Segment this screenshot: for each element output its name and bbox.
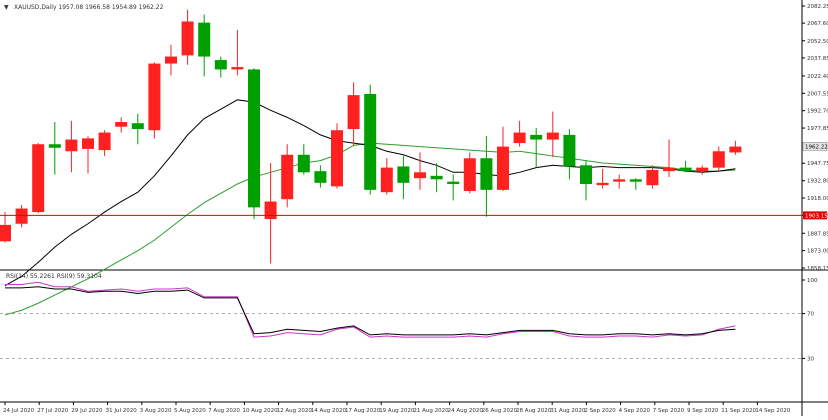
candle <box>331 123 343 189</box>
candle <box>32 143 45 214</box>
candle-body <box>563 134 576 167</box>
candle-body <box>347 95 360 130</box>
time-tick-label: 31 Aug 2020 <box>550 408 586 414</box>
candle-body <box>729 146 742 153</box>
candle-body <box>281 154 294 200</box>
candle-body <box>646 169 659 186</box>
price-tick-label: 2007.55 <box>807 91 828 97</box>
time-tick-label: 4 Sep 2020 <box>619 408 651 414</box>
candle-body <box>663 167 675 172</box>
candle-body <box>32 144 45 213</box>
current-price-label: 1962.22 <box>805 144 828 150</box>
candle-body <box>15 208 28 224</box>
time-tick-label: 29 Jul 2020 <box>71 408 103 414</box>
price-tick-label: 2067.60 <box>807 21 828 27</box>
candle-body <box>613 179 626 182</box>
candle-body <box>447 181 460 184</box>
time-tick-label: 5 Aug 2020 <box>174 408 206 414</box>
time-tick-label: 11 Sep 2020 <box>721 408 756 414</box>
candle-body <box>98 132 111 151</box>
candle-body <box>314 171 327 183</box>
candle-body <box>463 158 476 192</box>
candle-body <box>480 158 493 190</box>
time-tick-label: 14 Sep 2020 <box>755 408 790 414</box>
candle-body <box>248 69 260 208</box>
time-tick-label: 26 Aug 2020 <box>482 408 518 414</box>
time-tick-label: 24 Aug 2020 <box>448 408 484 414</box>
symbol-header: XAUUSD,Daily 1957.08 1966.58 1954.89 196… <box>14 4 164 11</box>
candle-body <box>165 56 177 64</box>
candle-body <box>364 93 377 190</box>
candle-body <box>397 166 410 183</box>
rsi-tick-label: 70 <box>807 312 814 318</box>
candle-body <box>82 138 94 149</box>
time-tick-label: 7 Sep 2020 <box>653 408 685 414</box>
candle-body <box>231 67 244 70</box>
time-tick-label: 7 Aug 2020 <box>208 408 240 414</box>
candle-body <box>181 21 194 56</box>
time-tick-label: 9 Sep 2020 <box>687 408 719 414</box>
time-tick-label: 21 Aug 2020 <box>413 408 449 414</box>
price-tick-label: 2052.50 <box>807 39 828 45</box>
collapse-triangle-icon[interactable]: ▼ <box>4 4 9 11</box>
rsi-tick-label: 30 <box>807 356 814 362</box>
candle-body <box>331 130 343 187</box>
candle-body <box>65 139 78 152</box>
candle-body <box>712 151 725 168</box>
price-tick-label: 1977.85 <box>807 126 828 132</box>
price-tick-label: 1918.00 <box>807 196 828 202</box>
time-tick-label: 31 Jul 2020 <box>106 408 138 414</box>
candle-body <box>414 172 426 179</box>
price-tick-label: 1873.00 <box>807 249 828 255</box>
time-tick-label: 2 Sep 2020 <box>584 408 616 414</box>
price-tick-label: 1992.70 <box>807 109 828 115</box>
time-tick-label: 14 Aug 2020 <box>311 408 347 414</box>
candle-body <box>214 60 227 70</box>
price-tick-label: 1947.75 <box>807 161 828 167</box>
price-tick-label: 2022.40 <box>807 74 828 80</box>
candle <box>463 152 476 194</box>
candle-body <box>629 179 642 182</box>
candle-body <box>264 201 277 220</box>
candle <box>364 84 377 195</box>
candle-body <box>580 165 592 184</box>
price-tick-label: 1932.80 <box>807 179 828 185</box>
candle-body <box>679 167 692 172</box>
candle-body <box>380 167 393 193</box>
candle-body <box>596 182 609 186</box>
time-tick-label: 12 Aug 2020 <box>277 408 313 414</box>
time-tick-label: 10 Aug 2020 <box>242 408 278 414</box>
candle-body <box>530 134 543 140</box>
candle-body <box>497 146 509 190</box>
time-tick-label: 28 Aug 2020 <box>516 408 552 414</box>
candle-body <box>430 175 443 180</box>
chart-background <box>0 0 828 416</box>
time-tick-label: 3 Aug 2020 <box>140 408 172 414</box>
hline-label: 1903.15 <box>805 213 828 219</box>
time-tick-label: 19 Aug 2020 <box>379 408 415 414</box>
candle <box>248 68 260 220</box>
candle-body <box>148 63 161 131</box>
candle-body <box>297 154 310 173</box>
trading-chart[interactable]: 2082.25 2067.60 2052.50 2037.85 2022.40 2007.… <box>0 0 828 416</box>
price-tick-label: 1858.15 <box>807 266 828 272</box>
time-tick-label: 17 Aug 2020 <box>345 408 381 414</box>
candle-body <box>115 122 128 127</box>
candle-body <box>0 224 11 242</box>
price-tick-label: 1887.85 <box>807 231 828 237</box>
rsi-tick-label: 100 <box>807 278 818 284</box>
candle-body <box>131 123 144 130</box>
chart-svg[interactable]: 2082.25 2067.60 2052.50 2037.85 2022.40 2007.… <box>0 0 828 416</box>
candle-body <box>48 144 61 148</box>
time-tick-label: 27 Jul 2020 <box>37 408 69 414</box>
candle-body <box>696 167 709 172</box>
candle-body <box>198 22 211 57</box>
candle-body <box>546 132 559 140</box>
time-tick-label: 24 Jul 2020 <box>3 408 35 414</box>
price-tick-label: 2082.25 <box>807 4 828 10</box>
candle-body <box>513 132 526 144</box>
price-tick-label: 2037.85 <box>807 56 828 62</box>
candle <box>148 62 161 139</box>
rsi-header: RSI(14) 55.2261 RSI(9) 59.3104 <box>6 273 102 280</box>
